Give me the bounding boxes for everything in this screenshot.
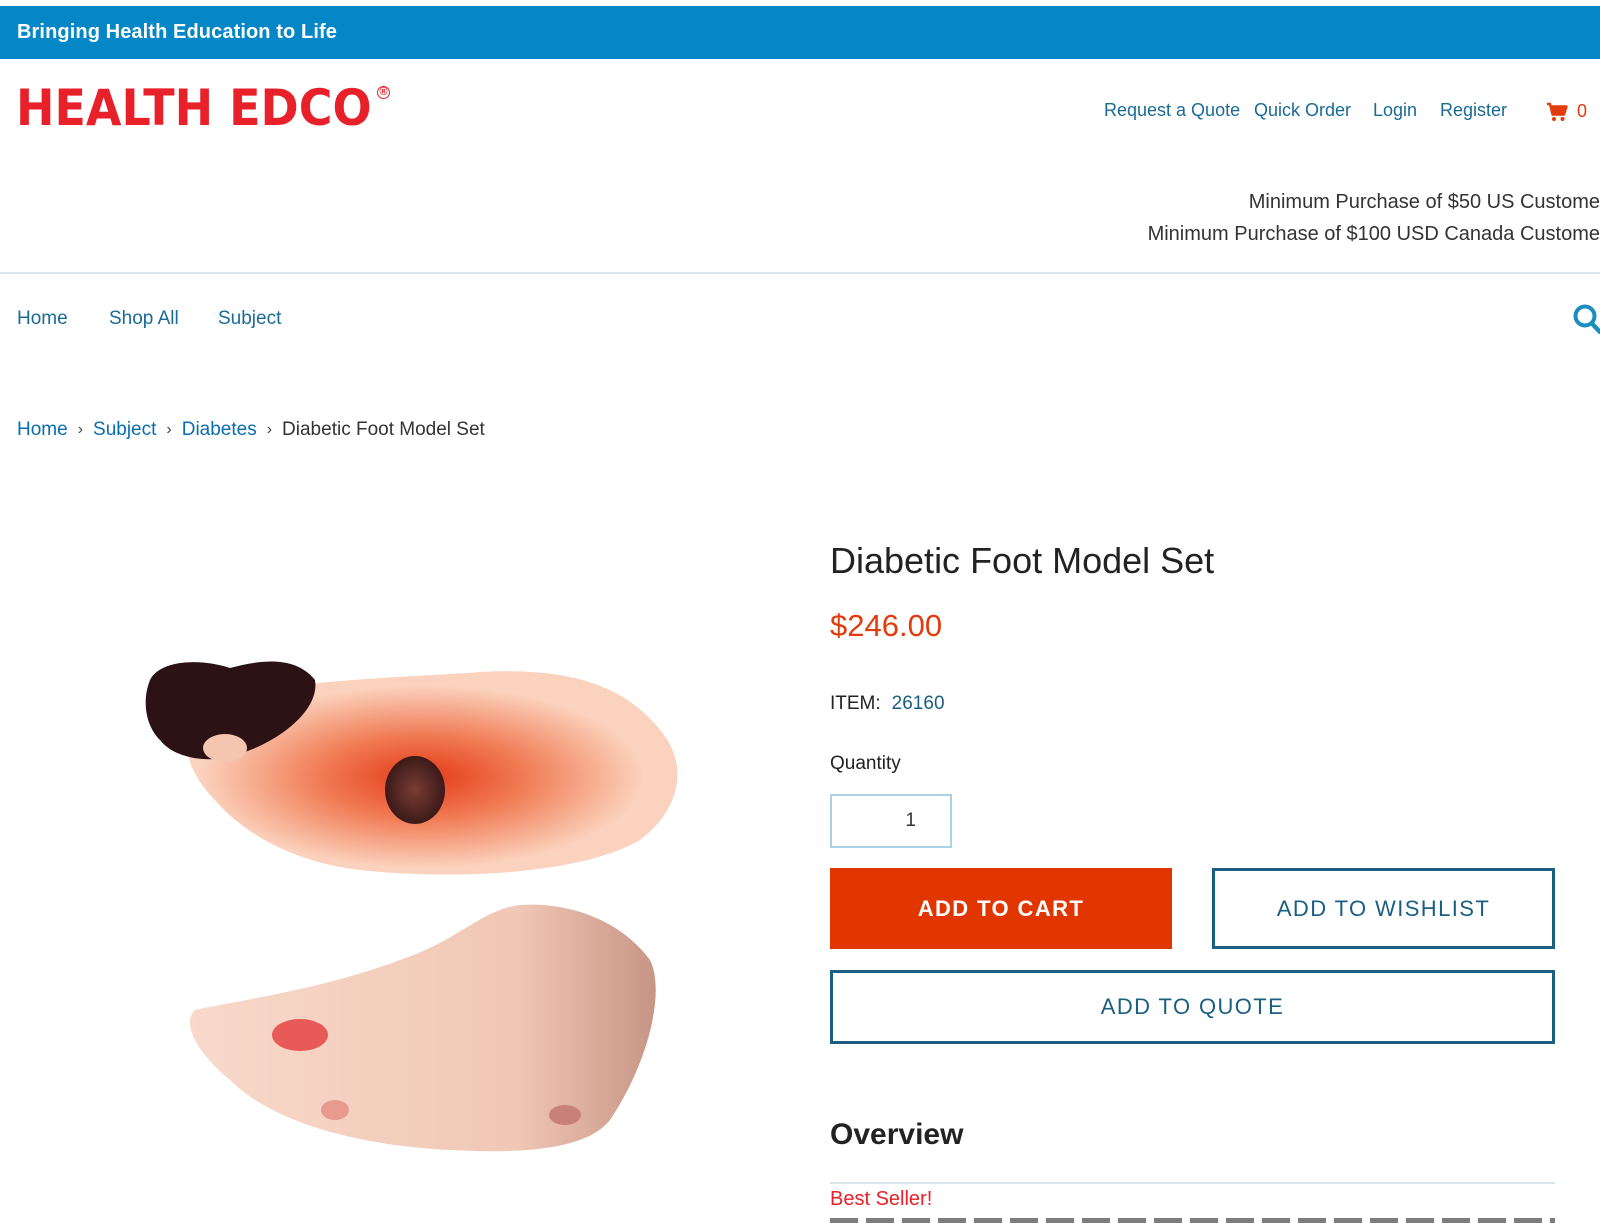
top-banner: Bringing Health Education to Life bbox=[0, 6, 1600, 59]
item-label: ITEM: bbox=[830, 693, 881, 714]
product-image[interactable] bbox=[120, 640, 700, 1200]
register-link[interactable]: Register bbox=[1440, 100, 1507, 121]
overview-heading: Overview bbox=[830, 1118, 964, 1151]
add-to-wishlist-button[interactable]: ADD TO WISHLIST bbox=[1212, 868, 1555, 949]
utility-nav: Request a Quote Quick Order Login Regist… bbox=[0, 100, 1600, 124]
banner-text: Bringing Health Education to Life bbox=[17, 21, 337, 43]
cart-count: 0 bbox=[1577, 101, 1588, 121]
product-price: $246.00 bbox=[830, 608, 943, 643]
product-title: Diabetic Foot Model Set bbox=[830, 540, 1215, 581]
item-row: ITEM: 26160 bbox=[830, 693, 945, 715]
quick-order-link[interactable]: Quick Order bbox=[1254, 100, 1351, 121]
quantity-input[interactable] bbox=[830, 794, 952, 848]
search-icon[interactable] bbox=[1572, 303, 1600, 335]
nav-home[interactable]: Home bbox=[17, 308, 68, 330]
nav-shop-all[interactable]: Shop All bbox=[109, 308, 179, 330]
overview-divider bbox=[830, 1182, 1555, 1184]
cart-button[interactable]: 0 bbox=[1546, 101, 1587, 122]
header-divider bbox=[0, 272, 1600, 274]
login-link[interactable]: Login bbox=[1373, 100, 1417, 121]
min-purchase-canada: Minimum Purchase of $100 USD Canada Cust… bbox=[1147, 223, 1600, 245]
breadcrumb-home[interactable]: Home bbox=[17, 419, 68, 441]
breadcrumb: Home › Subject › Diabetes › Diabetic Foo… bbox=[17, 419, 485, 441]
add-to-cart-button[interactable]: ADD TO CART bbox=[830, 868, 1172, 949]
breadcrumb-subject[interactable]: Subject bbox=[93, 419, 156, 441]
request-quote-link[interactable]: Request a Quote bbox=[1104, 100, 1240, 121]
description-text-cutoff bbox=[830, 1218, 1555, 1223]
breadcrumb-current: Diabetic Foot Model Set bbox=[282, 419, 485, 440]
cart-icon bbox=[1547, 102, 1568, 121]
breadcrumb-diabetes[interactable]: Diabetes bbox=[182, 419, 257, 441]
best-seller-badge: Best Seller! bbox=[830, 1188, 933, 1210]
chevron-right-icon: › bbox=[266, 421, 273, 438]
quantity-label: Quantity bbox=[830, 753, 901, 774]
nav-subject[interactable]: Subject bbox=[218, 308, 281, 330]
chevron-right-icon: › bbox=[77, 421, 84, 438]
registered-mark: ® bbox=[377, 86, 390, 99]
add-to-quote-button[interactable]: ADD TO QUOTE bbox=[830, 970, 1555, 1044]
item-number: 26160 bbox=[891, 693, 945, 714]
min-purchase-us: Minimum Purchase of $50 US Custome bbox=[1248, 191, 1600, 213]
chevron-right-icon: › bbox=[166, 421, 172, 438]
